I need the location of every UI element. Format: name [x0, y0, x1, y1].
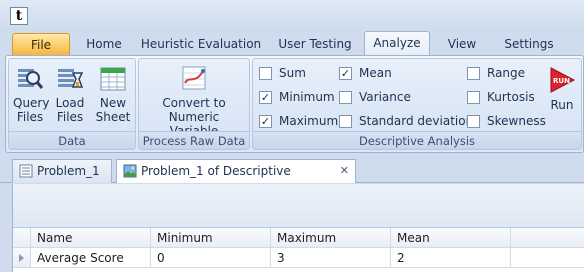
- standard-deviation-label: Standard deviation: [359, 114, 474, 128]
- load-files-label-2: Files: [56, 110, 84, 124]
- standard-deviation-check-box[interactable]: [339, 115, 352, 128]
- cell-minimum[interactable]: 0: [151, 248, 271, 268]
- minimum-label: Minimum: [279, 90, 335, 104]
- group-label-process: Process Raw Data: [139, 131, 249, 149]
- query-files-label-2: Files: [16, 110, 44, 124]
- run-label: Run: [550, 98, 574, 112]
- header-row-selector: [13, 228, 31, 248]
- cell-mean[interactable]: 2: [391, 248, 511, 268]
- close-icon[interactable]: ✕: [340, 160, 349, 182]
- convert-to-numeric-button[interactable]: Convert to Numeric Variable: [140, 63, 248, 138]
- skewness-label: Skewness: [487, 114, 546, 128]
- column-header-filler: [511, 228, 584, 248]
- tab-user-testing[interactable]: User Testing: [274, 33, 356, 55]
- mean-label: Mean: [359, 66, 392, 80]
- kurtosis-check-box[interactable]: [467, 91, 480, 104]
- document-tab-bar: Problem_1 Problem_1 of Descriptive analy…: [0, 153, 584, 200]
- group-process-raw-data: Convert to Numeric Variable Process Raw …: [138, 58, 250, 150]
- minimum-check-box[interactable]: ✓: [259, 91, 272, 104]
- column-header-minimum[interactable]: Minimum: [151, 228, 271, 248]
- tab-home[interactable]: Home: [80, 33, 128, 55]
- skewness-check-box[interactable]: [467, 115, 480, 128]
- column-header-maximum[interactable]: Maximum: [271, 228, 391, 248]
- run-badge: RUN: [553, 77, 570, 85]
- tab-analyze[interactable]: Analyze: [364, 31, 430, 55]
- run-icon: RUN: [550, 67, 576, 93]
- sum-label: Sum: [279, 66, 306, 80]
- range-label: Range: [487, 66, 526, 80]
- range-check-box[interactable]: [467, 67, 480, 80]
- ribbon-panel: Query Files Load Files New Sheet Data Co…: [5, 55, 584, 153]
- variance-label: Variance: [359, 90, 411, 104]
- tab-heuristic-evaluation[interactable]: Heuristic Evaluation: [138, 33, 264, 55]
- convert-numeric-icon: [182, 66, 206, 90]
- document-icon: [19, 164, 33, 178]
- grid-header-row: Name Minimum Maximum Mean: [13, 228, 584, 248]
- mean-check-box[interactable]: ✓: [339, 67, 352, 80]
- new-sheet-icon: [100, 67, 126, 91]
- new-sheet-label-1: New: [99, 96, 127, 110]
- ribbon-tab-bar: File Home Heuristic Evaluation User Test…: [0, 31, 584, 55]
- group-descriptive-analysis: Sum ✓ Minimum ✓ Maximum ✓ Mean Variance …: [252, 58, 582, 150]
- convert-numeric-label-1: Convert to Numeric: [162, 96, 226, 124]
- table-row[interactable]: Average Score 0 3 2: [13, 248, 584, 268]
- run-button[interactable]: RUN Run: [547, 65, 577, 112]
- kurtosis-label: Kurtosis: [487, 90, 535, 104]
- tab-settings[interactable]: Settings: [494, 33, 564, 55]
- load-files-label-1: Load: [55, 96, 85, 110]
- query-files-label-1: Query: [13, 96, 50, 110]
- maximum-check-box[interactable]: ✓: [259, 115, 272, 128]
- group-label-data: Data: [9, 131, 135, 149]
- title-bar: t: [0, 0, 584, 30]
- app-logo-icon: t: [10, 7, 28, 25]
- query-files-icon: [18, 69, 44, 89]
- sum-check-box[interactable]: [259, 67, 272, 80]
- grid-toolbar-strip: [13, 184, 584, 228]
- new-sheet-label-2: Sheet: [95, 110, 131, 124]
- column-header-name[interactable]: Name: [31, 228, 151, 248]
- load-files-button[interactable]: Load Files: [53, 63, 87, 124]
- doc-tab-label: Problem_1: [37, 164, 100, 178]
- column-header-mean[interactable]: Mean: [391, 228, 511, 248]
- group-data: Query Files Load Files New Sheet Data: [8, 58, 136, 150]
- result-panel: Name Minimum Maximum Mean Average Score …: [12, 184, 584, 272]
- tab-view[interactable]: View: [440, 33, 484, 55]
- tab-file[interactable]: File: [12, 33, 70, 55]
- group-label-descriptive: Descriptive Analysis: [253, 131, 581, 149]
- doc-tab-problem-1[interactable]: Problem_1: [12, 159, 112, 183]
- row-selector[interactable]: [13, 248, 31, 268]
- query-files-button[interactable]: Query Files: [13, 63, 50, 124]
- load-files-icon: [58, 69, 84, 88]
- cell-maximum[interactable]: 3: [271, 248, 391, 268]
- cell-name[interactable]: Average Score: [31, 248, 151, 268]
- new-sheet-button[interactable]: New Sheet: [95, 63, 131, 124]
- row-pointer-icon: [19, 254, 24, 262]
- image-icon: [123, 164, 137, 178]
- cell-filler: [511, 248, 584, 268]
- variance-check-box[interactable]: [339, 91, 352, 104]
- doc-tab-descriptive-analytics[interactable]: Problem_1 of Descriptive analytics_1 ✕: [116, 159, 356, 200]
- maximum-label: Maximum: [279, 114, 339, 128]
